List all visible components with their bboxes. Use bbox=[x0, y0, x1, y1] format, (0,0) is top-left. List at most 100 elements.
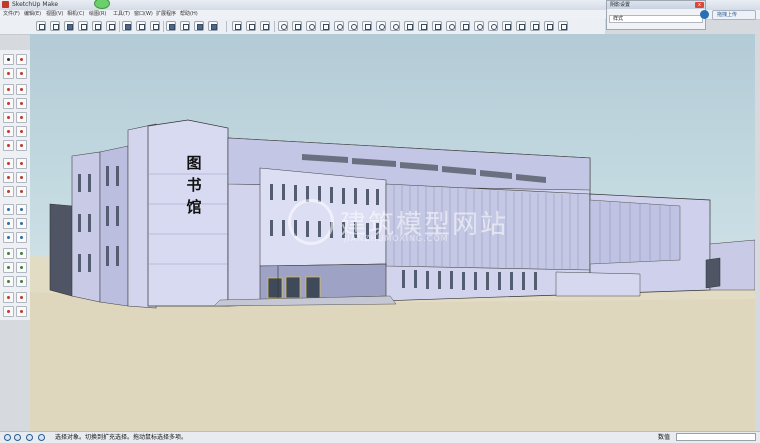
follow-me-icon[interactable] bbox=[16, 172, 27, 183]
sign-char-1: 图 bbox=[186, 154, 201, 172]
grid-icon[interactable] bbox=[460, 21, 470, 31]
eraser-icon[interactable] bbox=[16, 54, 27, 65]
warehouse-icon[interactable] bbox=[516, 21, 526, 31]
upload-button[interactable]: 拖拽上传 bbox=[712, 10, 756, 20]
axes-icon[interactable] bbox=[3, 232, 14, 243]
textured-style-icon[interactable] bbox=[180, 21, 190, 31]
pencil-icon[interactable] bbox=[432, 21, 442, 31]
stamp-icon[interactable] bbox=[278, 21, 288, 31]
open-icon[interactable] bbox=[50, 21, 60, 31]
dimension-icon[interactable] bbox=[16, 204, 27, 215]
freehand-icon[interactable] bbox=[16, 84, 27, 95]
rotate-icon[interactable] bbox=[3, 172, 14, 183]
zoom-icon[interactable] bbox=[3, 262, 14, 273]
pie-icon[interactable] bbox=[16, 140, 27, 151]
move-icon[interactable] bbox=[3, 158, 14, 169]
entrance-doors bbox=[268, 277, 320, 298]
rotated-rectangle-icon[interactable] bbox=[16, 98, 27, 109]
intersect-icon[interactable] bbox=[334, 21, 344, 31]
sandbox-from-scratch-icon[interactable] bbox=[246, 21, 256, 31]
solid-style-icon[interactable] bbox=[208, 21, 218, 31]
three-point-arc-icon[interactable] bbox=[3, 140, 14, 151]
fire-icon[interactable] bbox=[376, 21, 386, 31]
close-icon[interactable]: x bbox=[695, 2, 704, 8]
smoove-icon[interactable] bbox=[260, 21, 270, 31]
protractor-icon[interactable] bbox=[3, 218, 14, 229]
walk-icon[interactable] bbox=[3, 306, 14, 317]
orbit-tool-icon[interactable] bbox=[3, 248, 14, 259]
menu-camera[interactable]: 相机(C) bbox=[67, 10, 84, 19]
monochrome-style-icon[interactable] bbox=[194, 21, 204, 31]
box-icon[interactable] bbox=[106, 21, 116, 31]
home-view-icon[interactable] bbox=[64, 21, 74, 31]
house-icon[interactable] bbox=[78, 21, 88, 31]
zoom-extents-icon[interactable] bbox=[3, 276, 14, 287]
geolocation-icon[interactable] bbox=[488, 21, 498, 31]
position-camera-icon[interactable] bbox=[3, 292, 14, 303]
settings-gear-icon[interactable] bbox=[700, 10, 709, 19]
rectangle-icon[interactable] bbox=[3, 98, 14, 109]
add-detail-icon[interactable] bbox=[306, 21, 316, 31]
left-dark-wing bbox=[49, 203, 73, 297]
two-point-arc-icon[interactable] bbox=[16, 126, 27, 137]
model-viewport[interactable]: 图 书 馆 建筑模型网站 JIANZHUMOXING.COM bbox=[30, 34, 755, 431]
extension-warehouse-icon[interactable] bbox=[544, 21, 554, 31]
ruby-gem-icon[interactable] bbox=[94, 0, 110, 9]
paint-bucket-icon[interactable] bbox=[3, 68, 14, 79]
section-plane-icon[interactable] bbox=[16, 306, 27, 317]
target-icon[interactable] bbox=[390, 21, 400, 31]
scale-icon[interactable] bbox=[3, 186, 14, 197]
geolocation-status-icon[interactable] bbox=[4, 434, 11, 441]
pointer-icon[interactable] bbox=[502, 21, 512, 31]
tray-header[interactable]: 阴影设置 bbox=[607, 1, 705, 9]
main-toolbar bbox=[0, 19, 605, 35]
orbit-icon[interactable] bbox=[446, 21, 456, 31]
menu-edit[interactable]: 编辑(E) bbox=[24, 10, 41, 19]
left-block-1 bbox=[71, 151, 101, 303]
shadow-tray-panel: 阴影设置 x 样式 bbox=[606, 0, 706, 30]
measurements-input[interactable] bbox=[676, 433, 756, 441]
drape-icon[interactable] bbox=[292, 21, 302, 31]
zoom-window-icon[interactable] bbox=[16, 262, 27, 273]
sandbox-from-contours-icon[interactable] bbox=[232, 21, 242, 31]
3d-text-icon[interactable] bbox=[16, 232, 27, 243]
xray-style-icon[interactable] bbox=[122, 21, 132, 31]
hidden-line-style-icon[interactable] bbox=[150, 21, 160, 31]
menu-file[interactable]: 文件(F) bbox=[3, 10, 20, 19]
house-outline-icon[interactable] bbox=[92, 21, 102, 31]
menu-window[interactable]: 窗口(W) bbox=[134, 10, 153, 19]
split-icon[interactable] bbox=[418, 21, 428, 31]
select-arrow-icon[interactable] bbox=[3, 54, 14, 65]
tray-style-row[interactable]: 样式 bbox=[609, 15, 703, 23]
shaded-style-icon[interactable] bbox=[166, 21, 176, 31]
new-icon[interactable] bbox=[36, 21, 46, 31]
layout-icon[interactable] bbox=[558, 21, 568, 31]
look-around-icon[interactable] bbox=[16, 292, 27, 303]
circle-icon[interactable] bbox=[3, 112, 14, 123]
union-icon[interactable] bbox=[348, 21, 358, 31]
line-pencil-icon[interactable] bbox=[3, 84, 14, 95]
subtract-icon[interactable] bbox=[362, 21, 372, 31]
instructor-icon[interactable] bbox=[38, 434, 45, 441]
help-icon[interactable] bbox=[26, 434, 33, 441]
polygon-icon[interactable] bbox=[16, 112, 27, 123]
eraser-pink-icon[interactable] bbox=[16, 68, 27, 79]
offset-icon[interactable] bbox=[16, 186, 27, 197]
menu-draw[interactable]: 绘图(R) bbox=[89, 10, 106, 19]
push-pull-icon[interactable] bbox=[16, 158, 27, 169]
trim-icon[interactable] bbox=[404, 21, 414, 31]
tape-measure-icon[interactable] bbox=[3, 204, 14, 215]
pan-icon[interactable] bbox=[16, 248, 27, 259]
previous-view-icon[interactable] bbox=[16, 276, 27, 287]
globe-icon[interactable] bbox=[474, 21, 484, 31]
menu-tools[interactable]: 工具(T) bbox=[113, 10, 130, 19]
arc-icon[interactable] bbox=[3, 126, 14, 137]
menu-help[interactable]: 帮助(H) bbox=[180, 10, 198, 19]
menu-extensions[interactable]: 扩展程序 bbox=[156, 10, 176, 19]
wireframe-style-icon[interactable] bbox=[136, 21, 146, 31]
text-icon[interactable] bbox=[16, 218, 27, 229]
credits-icon[interactable] bbox=[14, 434, 21, 441]
flip-edge-icon[interactable] bbox=[320, 21, 330, 31]
share-model-icon[interactable] bbox=[530, 21, 540, 31]
menu-view[interactable]: 视图(V) bbox=[46, 10, 63, 19]
